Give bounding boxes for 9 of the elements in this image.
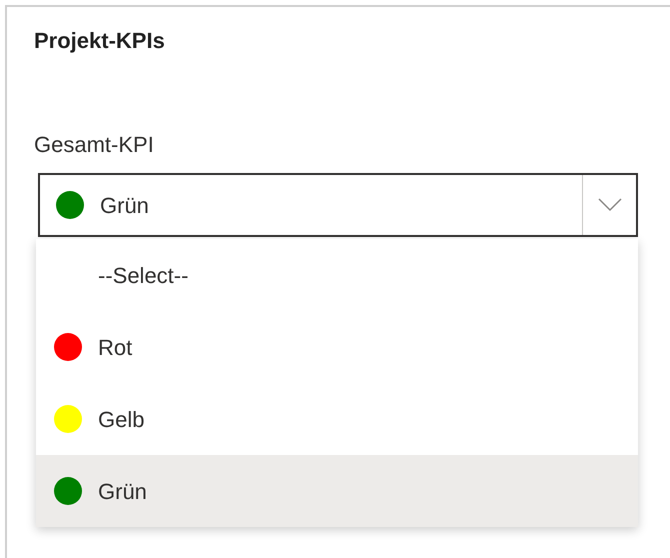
dropdown-option[interactable]: Gelb	[36, 383, 638, 455]
dropdown-option[interactable]: Rot	[36, 311, 638, 383]
field-label: Gesamt-KPI	[34, 131, 154, 159]
chevron-down-icon	[598, 198, 622, 212]
selected-value: Grün	[100, 192, 149, 220]
dropdown-option[interactable]: Grün	[36, 455, 638, 527]
dropdown-option[interactable]: --Select--	[36, 239, 638, 311]
dropdown-field[interactable]: Grün	[38, 173, 638, 237]
card-title: Projekt-KPIs	[34, 27, 166, 55]
